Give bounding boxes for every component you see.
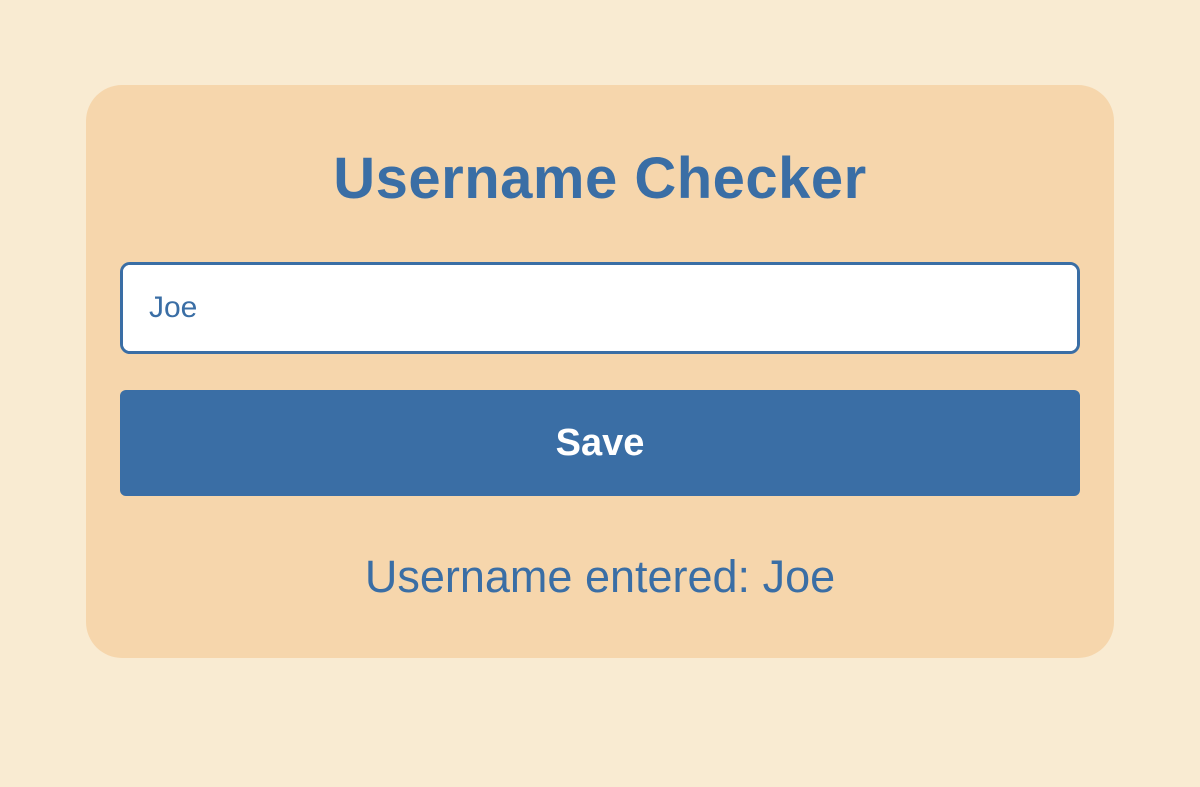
username-checker-card: Username Checker Save Username entered: … — [86, 85, 1114, 658]
result-text: Username entered: Joe — [365, 551, 835, 603]
save-button[interactable]: Save — [120, 390, 1080, 496]
page-title: Username Checker — [333, 145, 867, 212]
username-input[interactable] — [120, 262, 1080, 354]
